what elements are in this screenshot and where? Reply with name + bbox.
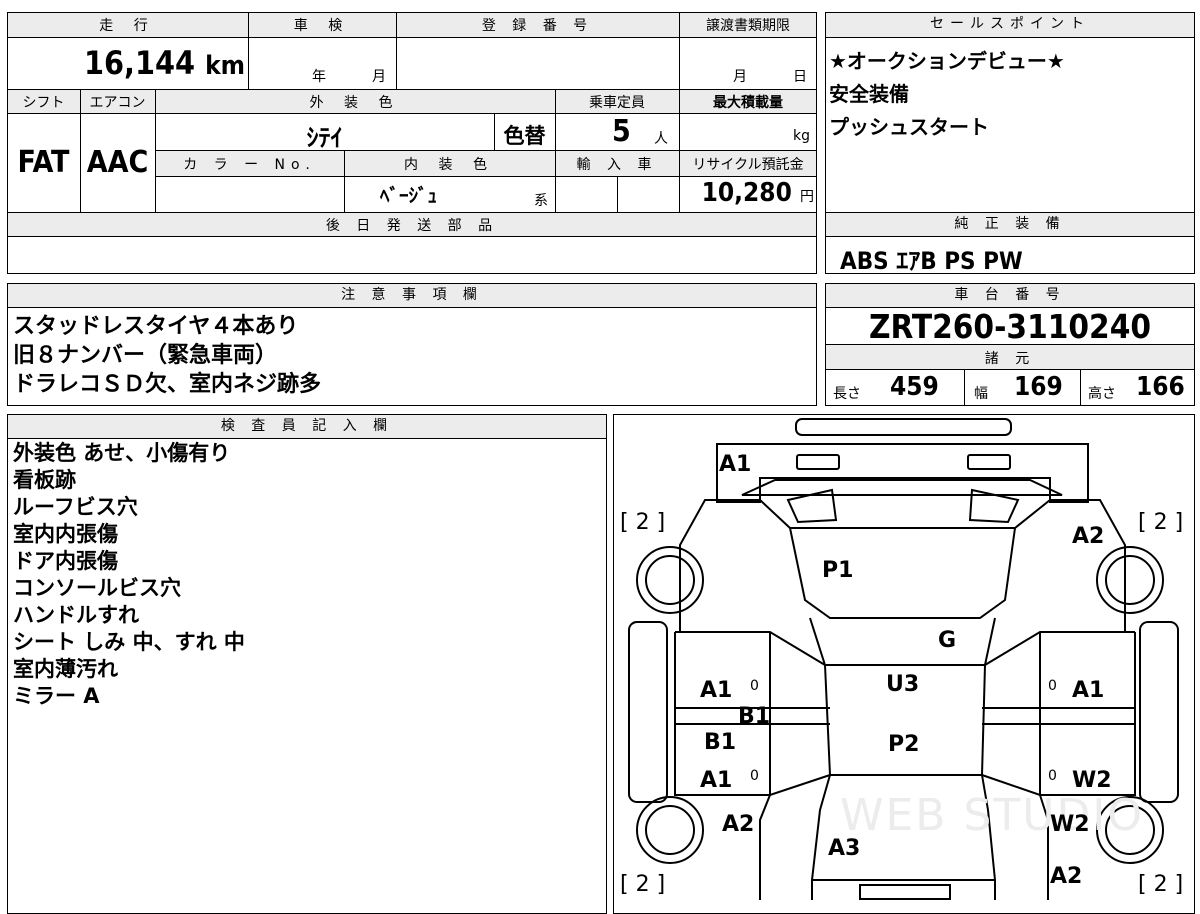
damage-code: A2 bbox=[1050, 864, 1083, 889]
tire-mark-rear-right: [ 2 ] bbox=[1138, 872, 1184, 897]
watermark: WEB STUDIO bbox=[840, 790, 1144, 841]
damage-code: A2 bbox=[722, 812, 755, 837]
damage-code: B1 bbox=[704, 730, 737, 755]
damage-code: A1 bbox=[1072, 678, 1105, 703]
damage-code: A1 bbox=[700, 678, 733, 703]
tire-mark-front-left: [ 2 ] bbox=[620, 510, 666, 535]
zero-mark: 0 bbox=[1048, 768, 1057, 784]
zero-mark: 0 bbox=[750, 768, 759, 784]
tire-mark-rear-left: [ 2 ] bbox=[620, 872, 666, 897]
damage-code: A1 bbox=[719, 452, 752, 477]
damage-code: U3 bbox=[886, 672, 920, 697]
zero-mark: 0 bbox=[1048, 678, 1057, 694]
damage-code: A1 bbox=[700, 768, 733, 793]
damage-code: W2 bbox=[1050, 812, 1090, 837]
damage-code: P2 bbox=[888, 732, 920, 757]
damage-code: A3 bbox=[828, 836, 861, 861]
damage-code: B1 bbox=[738, 704, 771, 729]
tire-mark-front-right: [ 2 ] bbox=[1138, 510, 1184, 535]
damage-code: G bbox=[938, 628, 957, 653]
damage-code: P1 bbox=[822, 558, 854, 583]
damage-code: A2 bbox=[1072, 524, 1105, 549]
damage-code: W2 bbox=[1072, 768, 1112, 793]
car-outline-diagram bbox=[628, 418, 1179, 900]
zero-mark: 0 bbox=[750, 678, 759, 694]
